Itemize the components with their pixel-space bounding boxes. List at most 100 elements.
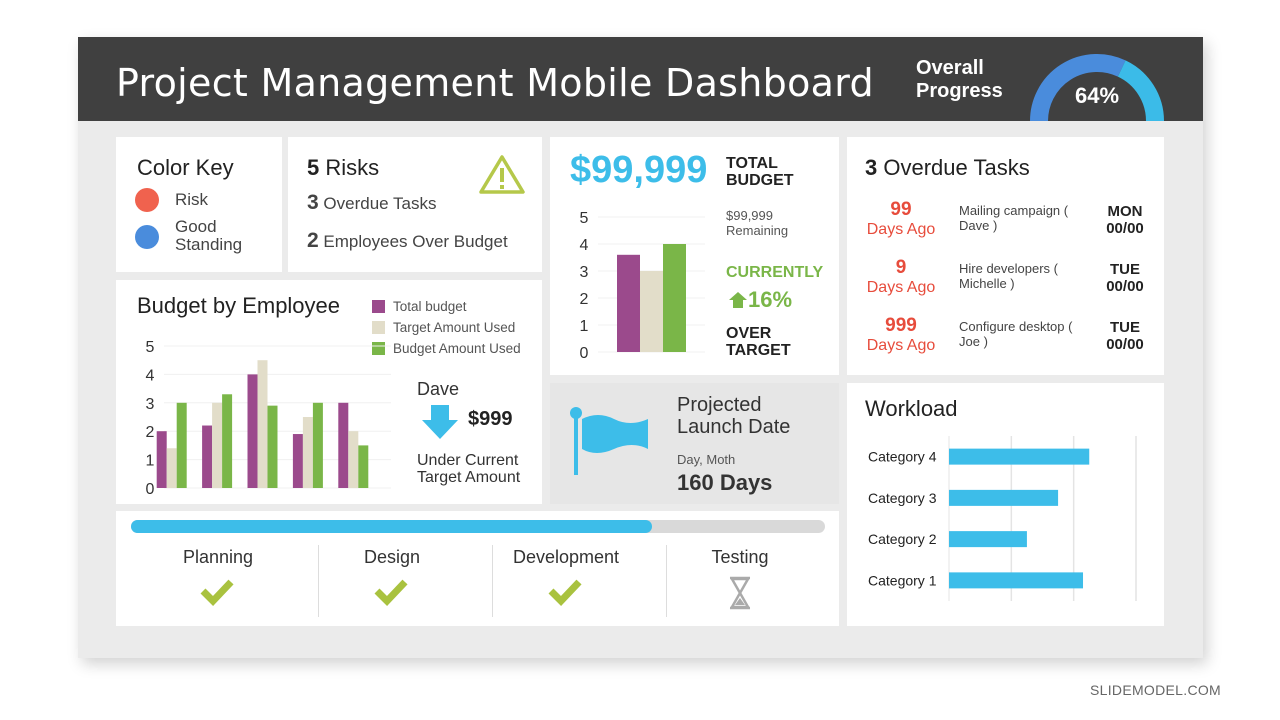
risks-card: 5 Risks 3 Overdue Tasks 2 Employees Over… [288, 137, 542, 272]
category-label: Category 3 [868, 490, 937, 506]
launch-date-card: Projected Launch Date Day, Moth 160 Days [550, 383, 839, 504]
color-key-title: Color Key [137, 155, 234, 180]
task-date: 00/00 [1106, 336, 1144, 353]
y-tick-label: 5 [146, 339, 155, 356]
overdue-tasks-card: 3 Overdue Tasks 99 Days Ago Mailing campai… [847, 137, 1164, 375]
phase-label: Development [512, 547, 620, 567]
overall-progress-label: Overall Progress [916, 57, 1003, 102]
budget-employee-bar [166, 448, 177, 488]
budget-employee-bar [312, 402, 323, 488]
workload-title: Workload [865, 396, 958, 421]
task-days: 999 [885, 315, 917, 336]
over-target-label: OVER TARGET [726, 325, 791, 359]
y-tick-label: 4 [580, 237, 589, 254]
task-days: 9 [895, 257, 907, 278]
phase-planning: Planning [131, 545, 305, 623]
task-name: Mailing campaign ( Dave ) [959, 203, 1069, 233]
task-date: 00/00 [1106, 278, 1144, 295]
page-title: Project Management Mobile Dashboard [116, 61, 874, 105]
phase-progress-fill [131, 520, 652, 533]
total-budget-bar [640, 271, 663, 352]
employee-amount: $999 [468, 408, 513, 430]
budget-employee-bar [292, 434, 303, 488]
budget-employee-bar [202, 425, 213, 488]
risks-title: Risks [325, 155, 380, 180]
budget-chart-title: Budget by Employee [137, 293, 341, 318]
change-value: 16% [748, 287, 793, 312]
phase-testing: Testing [653, 545, 827, 623]
checkmark-icon [200, 579, 234, 607]
over-budget-label: Employees Over Budget [323, 232, 508, 251]
budget-employee-bar [338, 402, 349, 488]
total-budget-card: $99,999 TOTAL BUDGET 012345 $99,999 Remai… [550, 137, 839, 375]
legend-label: Budget Amount Used [393, 341, 521, 356]
checkmark-icon [548, 579, 582, 607]
overdue-count: 3 [307, 191, 319, 214]
task-date: 00/00 [1106, 220, 1144, 237]
workload-bar [949, 448, 1090, 465]
budget-employee-bar [247, 374, 258, 488]
y-tick-label: 2 [580, 291, 589, 308]
legend-label: Total budget [393, 299, 467, 314]
hourglass-icon [729, 576, 751, 610]
budget-employee-bar [257, 360, 268, 488]
launch-date: Day, Moth [677, 452, 736, 467]
remaining-amount: $99,999 [726, 208, 773, 223]
task-name: Configure desktop ( Joe ) [959, 319, 1073, 349]
overall-progress-value: 64% [1075, 83, 1119, 108]
workload-bar [949, 531, 1027, 548]
overall-progress-gauge: 64% [1030, 54, 1164, 121]
category-label: Category 2 [868, 531, 937, 547]
total-budget-amount: $99,999 [570, 149, 708, 191]
over-budget-count: 2 [307, 229, 319, 252]
budget-by-employee-card: Budget by Employee Total budget Target Am… [116, 280, 542, 504]
budget-employee-bar [348, 431, 359, 488]
phase-progress-bar [131, 520, 825, 533]
budget-employee-bar [176, 402, 187, 488]
currently-label: CURRENTLY [726, 264, 824, 281]
flag-icon [570, 407, 648, 475]
y-tick-label: 4 [146, 367, 155, 384]
category-label: Category 1 [868, 572, 937, 588]
overdue-tasks-title: Overdue Tasks [883, 155, 1030, 180]
budget-employee-bar [267, 405, 278, 488]
phases-card: Planning Design Development Testing [116, 511, 839, 626]
checkmark-icon [374, 579, 408, 607]
phase-label: Design [363, 547, 421, 567]
overdue-label: Overdue Tasks [323, 194, 437, 213]
arrow-down-icon [422, 405, 458, 439]
task-days-label: Days Ago [866, 337, 936, 354]
total-budget-label: TOTAL BUDGET [726, 155, 794, 189]
employee-note: Under Current Target Amount [417, 452, 521, 486]
employee-name: Dave [417, 379, 460, 399]
task-day: TUE [1110, 319, 1140, 336]
launch-days: 160 Days [677, 470, 773, 495]
risk-label: Risk [175, 190, 209, 209]
task-days-label: Days Ago [866, 221, 936, 238]
budget-employee-bar [222, 394, 233, 488]
header: Project Management Mobile Dashboard Over… [78, 37, 1203, 121]
color-key-card: Color Key Risk Good Standing [116, 137, 282, 272]
workload-chart: Category 4 Category 3 Category 2 Category 1 [868, 436, 1137, 601]
phase-label: Planning [182, 547, 254, 567]
y-tick-label: 0 [580, 345, 589, 362]
workload-card: Workload Category 4 Category 3 Category 2C… [847, 383, 1164, 626]
good-standing-label: Good Standing [175, 217, 243, 254]
y-tick-label: 1 [580, 318, 589, 335]
y-tick-label: 5 [580, 210, 589, 227]
legend-swatch [372, 300, 385, 313]
arrow-up-icon [729, 292, 747, 308]
phase-development: Development [479, 545, 653, 623]
total-budget-chart: 0 1 2 3 4 5 [580, 210, 705, 362]
budget-employee-bar [358, 445, 369, 488]
budget-by-employee-chart: 0 1 2 3 4 5 [146, 339, 391, 498]
remaining-label: Remaining [726, 223, 789, 238]
task-days: 99 [890, 199, 912, 220]
workload-bar [949, 572, 1084, 589]
phase-label: Testing [711, 547, 769, 567]
budget-employee-bar [302, 417, 313, 488]
phase-design: Design [305, 545, 479, 623]
category-label: Category 4 [868, 449, 937, 465]
y-tick-label: 1 [146, 453, 155, 470]
task-name: Hire developers ( Michelle ) [959, 261, 1058, 291]
